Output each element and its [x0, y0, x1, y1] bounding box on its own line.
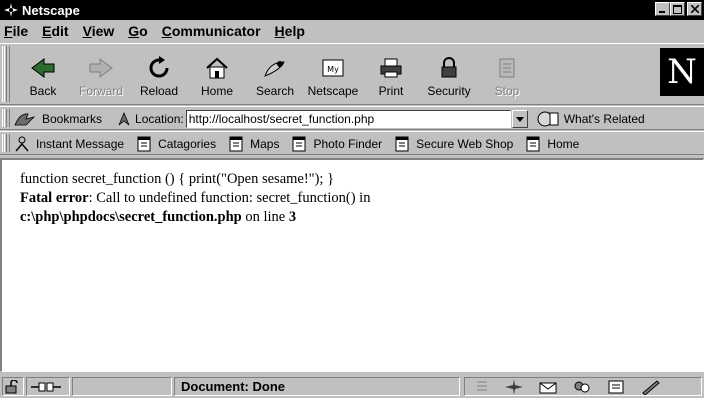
close-button[interactable] — [687, 2, 702, 16]
status-bar: Document: Done — [0, 374, 704, 398]
url-input[interactable]: http://localhost/secret_function.php — [185, 110, 511, 128]
bookmark-page-icon — [292, 136, 306, 152]
whats-related-icon[interactable] — [536, 110, 562, 128]
composer-icon[interactable] — [641, 379, 661, 395]
search-icon — [261, 55, 289, 81]
component-bar-grip[interactable] — [475, 380, 489, 394]
error-location: c:\php\phpdocs\secret_function.php on li… — [20, 208, 703, 227]
connection-status-cell — [26, 377, 70, 396]
bookmark-page-icon — [395, 136, 409, 152]
maximize-button[interactable] — [670, 2, 685, 16]
whats-related-button[interactable]: What's Related — [564, 112, 645, 126]
bookmarks-icon[interactable] — [14, 111, 36, 127]
navigation-toolbar: Back Forward Reload Home Search My Netsc… — [0, 43, 704, 105]
menu-edit[interactable]: Edit — [35, 23, 75, 39]
location-icon — [118, 111, 130, 126]
bookmark-page-icon — [229, 136, 243, 152]
minimize-button[interactable] — [655, 2, 670, 16]
chevron-down-icon — [515, 116, 524, 122]
home-icon — [203, 55, 231, 81]
address-book-icon[interactable] — [607, 379, 625, 395]
instant-message-link[interactable]: Instant Message — [14, 136, 124, 152]
error-message: Fatal error: Call to undefined function:… — [20, 189, 703, 208]
status-text: Document: Done — [174, 377, 460, 396]
my-netscape-icon: My — [319, 55, 347, 81]
catagories-link[interactable]: Catagories — [136, 136, 216, 152]
bookmark-page-icon — [526, 136, 540, 152]
unlock-icon — [5, 379, 18, 393]
browser-window: Netscape File Edit View Go Communicator … — [0, 0, 704, 398]
page-content: function secret_function () { print("Ope… — [0, 158, 704, 372]
search-button[interactable]: Search — [246, 44, 304, 104]
stop-button[interactable]: Stop — [478, 44, 536, 104]
fatal-error-text: : Call to undefined function: secret_fun… — [88, 190, 371, 206]
home-link[interactable]: Home — [525, 136, 579, 152]
security-status-cell[interactable] — [2, 377, 24, 396]
maps-link[interactable]: Maps — [228, 136, 279, 152]
netscape-app-icon — [3, 2, 19, 18]
personal-toolbar: Instant Message Catagories Maps Photo Fi… — [0, 131, 704, 155]
fatal-error-label: Fatal error — [20, 190, 89, 206]
menu-communicator[interactable]: Communicator — [155, 23, 268, 39]
bookmark-page-icon — [137, 136, 151, 152]
toolbar-grip[interactable] — [2, 46, 10, 102]
toolbar-grip[interactable] — [2, 134, 10, 152]
forward-button[interactable]: Forward — [72, 44, 130, 104]
forward-icon — [87, 55, 115, 81]
window-title: Netscape — [22, 2, 80, 18]
lock-icon — [435, 55, 463, 81]
print-button[interactable]: Print — [362, 44, 420, 104]
menu-bar: File Edit View Go Communicator Help — [0, 20, 704, 42]
progress-cell — [72, 377, 172, 396]
mail-icon[interactable] — [539, 379, 557, 395]
netscape-logo[interactable]: N — [660, 48, 704, 96]
error-file-path: c:\php\phpdocs\secret_function.php — [20, 209, 242, 225]
toolbar-grip[interactable] — [2, 109, 10, 127]
menu-view[interactable]: View — [76, 23, 122, 39]
component-bar — [464, 377, 702, 396]
menu-go[interactable]: Go — [121, 23, 154, 39]
back-button[interactable]: Back — [14, 44, 72, 104]
secure-web-shop-link[interactable]: Secure Web Shop — [394, 136, 513, 152]
person-icon — [15, 136, 29, 152]
reload-icon — [145, 55, 173, 81]
home-button[interactable]: Home — [188, 44, 246, 104]
svg-text:My: My — [327, 65, 339, 74]
url-dropdown-button[interactable] — [511, 110, 528, 128]
reload-button[interactable]: Reload — [130, 44, 188, 104]
navigator-icon[interactable] — [505, 378, 523, 395]
menu-file[interactable]: File — [0, 23, 35, 39]
bookmarks-menu[interactable]: Bookmarks — [42, 112, 102, 126]
connection-plug-icon — [31, 382, 61, 391]
code-output-line: function secret_function () { print("Ope… — [20, 171, 335, 187]
photo-finder-link[interactable]: Photo Finder — [291, 136, 382, 152]
error-line-number: 3 — [288, 209, 297, 225]
back-icon — [29, 55, 57, 81]
location-toolbar: Bookmarks Location: http://localhost/sec… — [0, 106, 704, 130]
netscape-button[interactable]: My Netscape — [304, 44, 362, 104]
title-bar: Netscape — [0, 0, 704, 20]
stop-icon — [493, 55, 521, 81]
menu-help[interactable]: Help — [268, 23, 312, 39]
location-label: Location: — [135, 112, 184, 126]
print-icon — [377, 55, 405, 81]
on-line-text: on line — [241, 209, 289, 225]
security-button[interactable]: Security — [420, 44, 478, 104]
newsgroups-icon[interactable] — [573, 379, 591, 395]
